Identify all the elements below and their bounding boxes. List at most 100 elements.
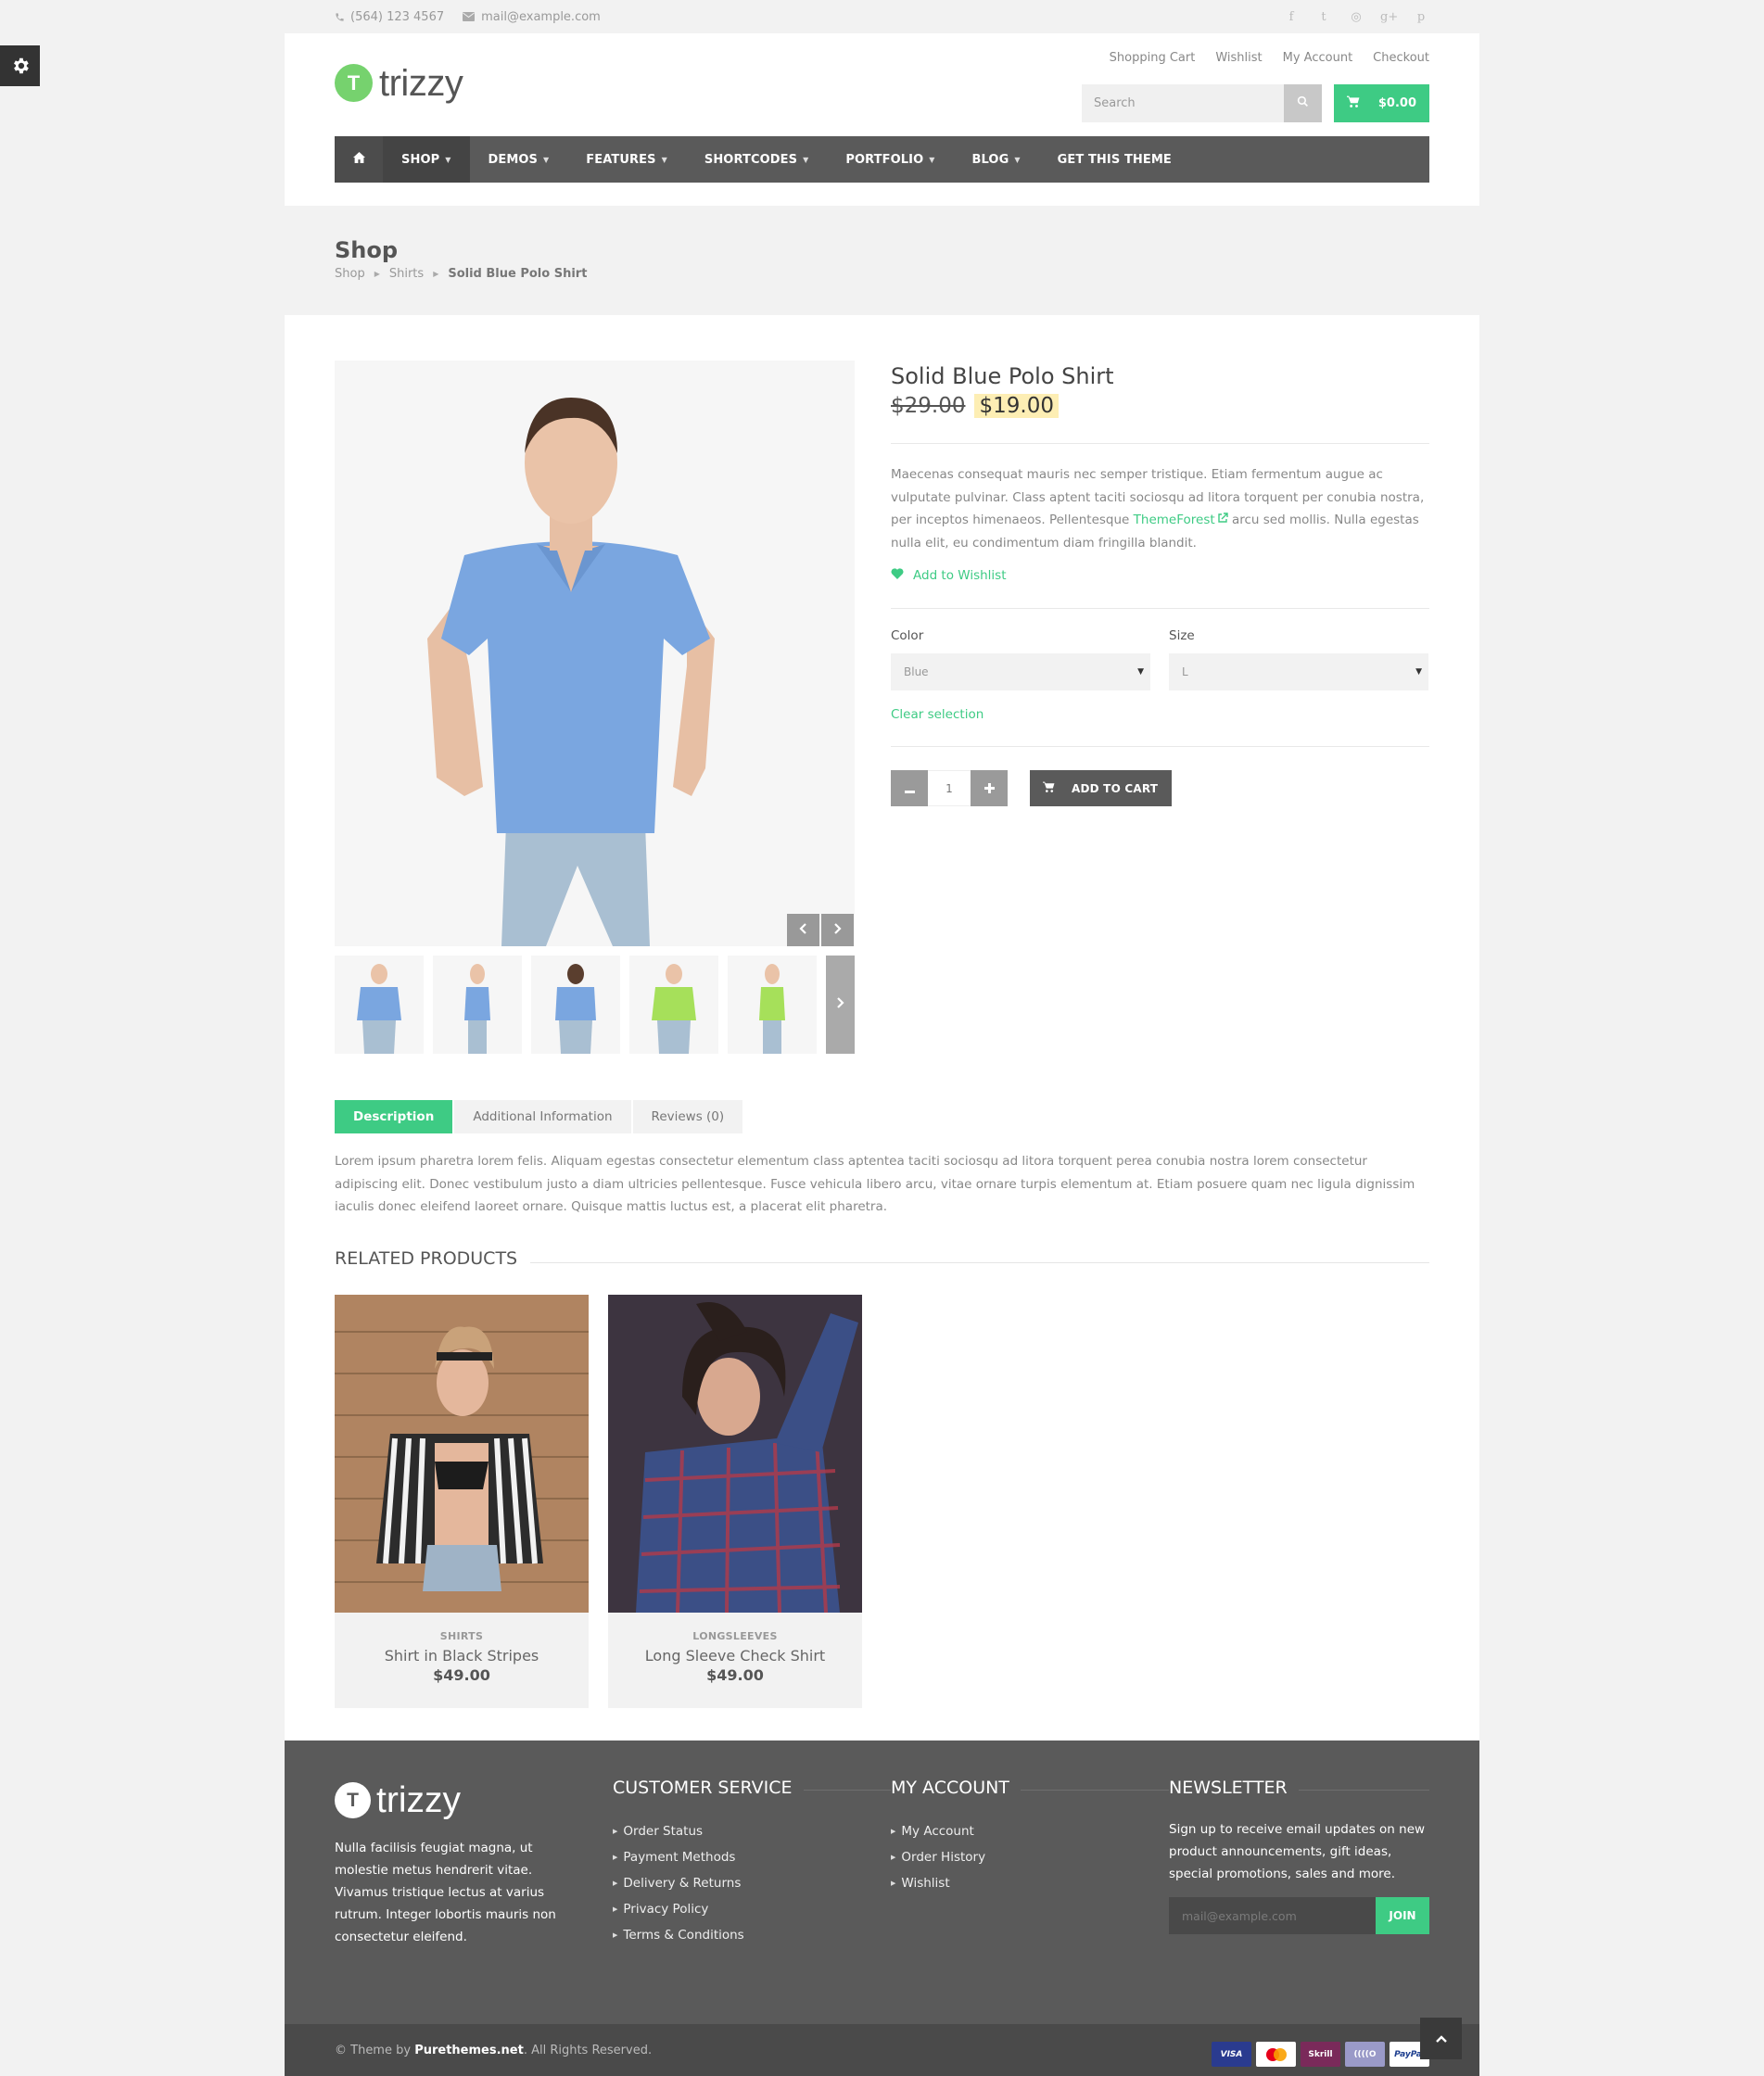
bullet-icon: ▶ bbox=[891, 1828, 896, 1835]
pinterest-icon[interactable]: p bbox=[1413, 10, 1429, 24]
size-label: Size bbox=[1169, 628, 1195, 643]
email-link[interactable]: mail@example.com bbox=[481, 10, 601, 24]
checkout-link[interactable]: Checkout bbox=[1373, 51, 1429, 65]
tab-description[interactable]: Description bbox=[335, 1100, 453, 1133]
gallery-next-button[interactable] bbox=[821, 914, 854, 946]
search-icon bbox=[1297, 95, 1309, 111]
thumbnail-front-blue[interactable] bbox=[335, 956, 424, 1054]
account-links: Shopping Cart Wishlist My Account Checko… bbox=[1110, 51, 1429, 65]
chevron-right-icon bbox=[836, 997, 844, 1012]
contactless-icon: ((((O bbox=[1345, 2042, 1385, 2067]
search-button[interactable] bbox=[1284, 84, 1322, 122]
cart-button[interactable]: $0.00 bbox=[1334, 84, 1429, 122]
nav-shortcodes[interactable]: SHORTCODES ▼ bbox=[686, 136, 827, 183]
footer-link[interactable]: ▶ Delivery & Returns bbox=[613, 1870, 891, 1896]
footer-link[interactable]: ▶ Privacy Policy bbox=[613, 1896, 891, 1922]
tab-reviews[interactable]: Reviews (0) bbox=[632, 1100, 743, 1133]
quantity-input[interactable]: 1 bbox=[928, 770, 971, 806]
footer-link-label: Delivery & Returns bbox=[623, 1876, 742, 1891]
nav-portfolio-label: PORTFOLIO bbox=[845, 152, 924, 167]
tab-content: Lorem ipsum pharetra lorem felis. Aliqua… bbox=[335, 1154, 1415, 1214]
clear-selection-link[interactable]: Clear selection bbox=[891, 707, 984, 722]
facebook-icon[interactable]: f bbox=[1283, 10, 1300, 24]
product-name[interactable]: Long Sleeve Check Shirt bbox=[608, 1647, 862, 1665]
google-plus-icon[interactable]: g+ bbox=[1380, 10, 1398, 24]
quantity-minus-button[interactable] bbox=[891, 770, 928, 806]
thumbnail-side-blue[interactable] bbox=[433, 956, 522, 1054]
nav-features[interactable]: FEATURES ▼ bbox=[567, 136, 686, 183]
footer-link[interactable]: ▶ Order Status bbox=[613, 1818, 891, 1844]
minus-icon bbox=[904, 778, 915, 798]
footer-link[interactable]: ▶ My Account bbox=[891, 1818, 1169, 1844]
thumbnails-next-button[interactable] bbox=[826, 956, 855, 1054]
color-select-value: Blue bbox=[904, 665, 929, 678]
purethemes-link[interactable]: Purethemes.net bbox=[414, 2044, 524, 2057]
breadcrumb-shop[interactable]: Shop bbox=[335, 267, 365, 281]
size-select[interactable]: L ▼ bbox=[1169, 653, 1428, 690]
nav-get-theme[interactable]: GET THIS THEME bbox=[1039, 136, 1190, 183]
nav-portfolio[interactable]: PORTFOLIO ▼ bbox=[827, 136, 953, 183]
nav-home[interactable] bbox=[335, 136, 383, 183]
product-card[interactable]: SHIRTS Shirt in Black Stripes $49.00 bbox=[335, 1295, 589, 1708]
newsletter-email-input[interactable]: mail@example.com bbox=[1169, 1897, 1376, 1934]
chevron-right-icon bbox=[833, 922, 842, 938]
thumbnail-side-green[interactable] bbox=[728, 956, 817, 1054]
footer-link-label: Order Status bbox=[623, 1824, 704, 1839]
contact-info: (564) 123 4567 mail@example.com bbox=[335, 0, 601, 33]
plus-icon bbox=[984, 778, 995, 798]
nav-blog[interactable]: BLOG ▼ bbox=[954, 136, 1039, 183]
nav-demos[interactable]: DEMOS ▼ bbox=[470, 136, 568, 183]
related-products-heading: RELATED PRODUCTS bbox=[335, 1248, 531, 1269]
back-to-top-button[interactable] bbox=[1420, 2018, 1462, 2059]
sale-price: $19.00 bbox=[974, 394, 1059, 418]
product-main-image[interactable] bbox=[335, 361, 855, 946]
footer-link[interactable]: ▶ Order History bbox=[891, 1844, 1169, 1870]
caret-right-icon: ▶ bbox=[374, 270, 380, 278]
gallery-prev-button[interactable] bbox=[787, 914, 819, 946]
search-input[interactable]: Search bbox=[1082, 84, 1284, 122]
product-name[interactable]: Shirt in Black Stripes bbox=[335, 1647, 589, 1665]
gallery-nav bbox=[787, 914, 854, 946]
product-image bbox=[335, 1295, 589, 1613]
customer-service-column: CUSTOMER SERVICE ▶ Order Status ▶ Payment … bbox=[613, 1778, 891, 1948]
twitter-icon[interactable]: t bbox=[1315, 10, 1332, 24]
wishlist-link[interactable]: Wishlist bbox=[1215, 51, 1262, 65]
product-price: $49.00 bbox=[706, 1666, 764, 1684]
page-title: Shop bbox=[335, 237, 399, 263]
footer-link[interactable]: ▶ Terms & Conditions bbox=[613, 1922, 891, 1948]
style-switcher-gear-icon[interactable] bbox=[0, 45, 40, 86]
site-logo[interactable]: T trizzy bbox=[335, 64, 463, 102]
product-card[interactable]: LONGSLEEVES Long Sleeve Check Shirt $49.… bbox=[608, 1295, 862, 1708]
thumbnail-front-green[interactable] bbox=[629, 956, 718, 1054]
footer: T trizzy Nulla facilisis feugiat magna, … bbox=[285, 1741, 1479, 2024]
breadcrumb-shirts[interactable]: Shirts bbox=[389, 267, 424, 281]
add-to-wishlist-link[interactable]: Add to Wishlist bbox=[891, 568, 1007, 583]
main-navigation: SHOP ▼ DEMOS ▼ FEATURES ▼ SHORTCODES ▼ PORTF… bbox=[335, 136, 1429, 183]
quantity-plus-button[interactable] bbox=[971, 770, 1008, 806]
logo-text: trizzy bbox=[379, 62, 463, 104]
caret-right-icon: ▶ bbox=[433, 270, 439, 278]
footer-logo[interactable]: T trizzy bbox=[335, 1782, 461, 1818]
cart-total: $0.00 bbox=[1377, 96, 1416, 110]
add-to-cart-button[interactable]: ADD TO CART bbox=[1030, 770, 1172, 806]
copyright-suffix: . All Rights Reserved. bbox=[523, 2044, 653, 2057]
color-select[interactable]: Blue ▼ bbox=[891, 653, 1150, 690]
page-title-band: Shop Shop ▶ Shirts ▶ Solid Blue Polo Shi… bbox=[285, 206, 1479, 315]
shopping-cart-link[interactable]: Shopping Cart bbox=[1110, 51, 1196, 65]
chevron-up-icon bbox=[1435, 2032, 1447, 2046]
my-account-link[interactable]: My Account bbox=[1283, 51, 1353, 65]
nav-shop[interactable]: SHOP ▼ bbox=[383, 136, 470, 183]
tab-additional-information[interactable]: Additional Information bbox=[454, 1100, 631, 1133]
logo-icon: T bbox=[335, 64, 373, 102]
add-to-cart-label: ADD TO CART bbox=[1072, 781, 1159, 795]
footer-link[interactable]: ▶ Payment Methods bbox=[613, 1844, 891, 1870]
customer-service-heading: CUSTOMER SERVICE bbox=[613, 1778, 804, 1798]
heart-icon bbox=[891, 568, 904, 583]
logo-icon: T bbox=[335, 1782, 371, 1818]
footer-link[interactable]: ▶ Wishlist bbox=[891, 1870, 1169, 1896]
thumbnail-back-blue[interactable] bbox=[531, 956, 620, 1054]
nav-get-theme-label: GET THIS THEME bbox=[1057, 152, 1172, 167]
themeforest-link[interactable]: ThemeForest bbox=[1134, 513, 1228, 527]
dribbble-icon[interactable]: ◎ bbox=[1348, 10, 1364, 24]
newsletter-join-button[interactable]: JOIN bbox=[1376, 1897, 1429, 1934]
